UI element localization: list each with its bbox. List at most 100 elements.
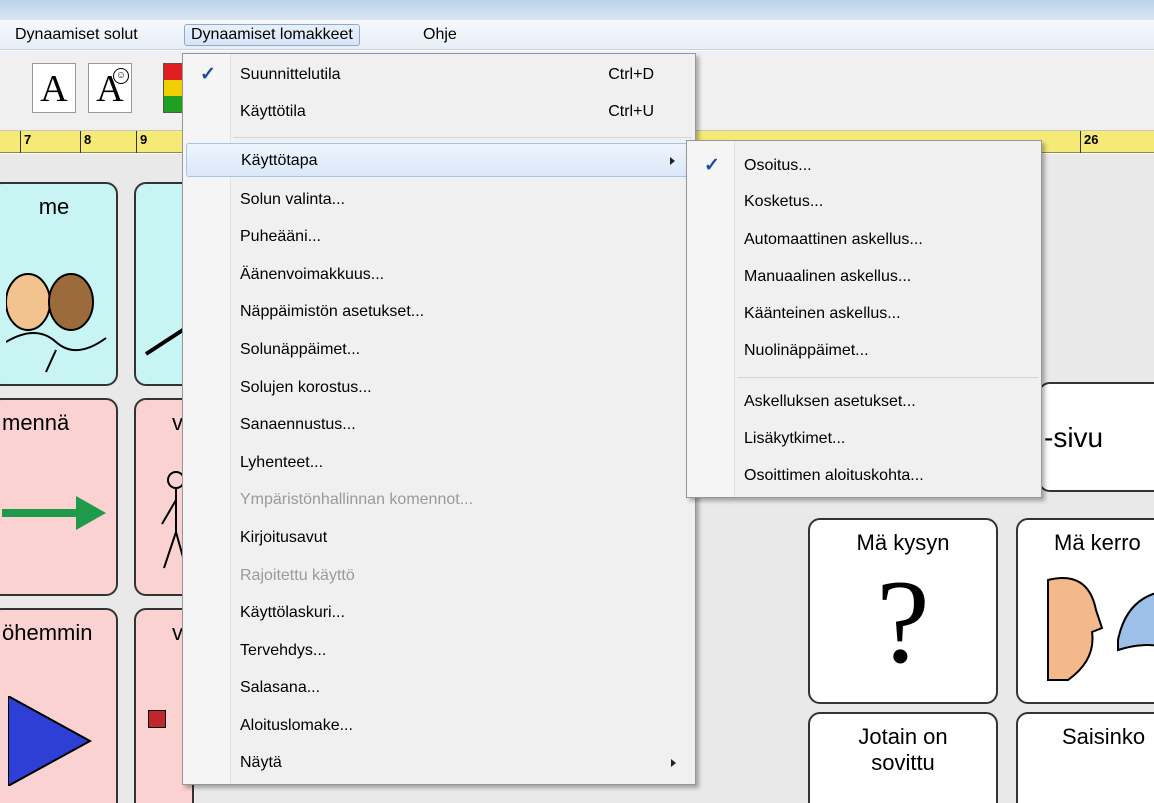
menu-item-label: Kirjoitusavut <box>240 529 328 546</box>
cell-label: Mä kerro <box>1054 530 1141 555</box>
menu-item-nayta[interactable]: Näytä <box>186 746 692 780</box>
play-arrow-icon <box>8 696 93 786</box>
arrow-right-icon <box>2 496 106 530</box>
menu-item-tervehdys[interactable]: Tervehdys... <box>186 634 692 668</box>
menu-item-label: Näppäimistön asetukset... <box>240 303 425 320</box>
menu-separator <box>233 137 692 138</box>
menu-item-solujen-korostus[interactable]: Solujen korostus... <box>186 371 692 405</box>
menu-ohje[interactable]: Ohje <box>416 24 464 46</box>
font-symbol-button[interactable]: A ☺ <box>88 63 132 113</box>
submenu-item-askelluksen-asetukset[interactable]: Askelluksen asetukset... <box>690 385 1038 419</box>
submenu-item-automaattinen-askellus[interactable]: Automaattinen askellus... <box>690 223 1038 257</box>
submenu-item-osoitus[interactable]: ✓ Osoitus... <box>690 149 1038 183</box>
menu-item-label: Lisäkytkimet... <box>744 430 846 447</box>
menu-separator <box>737 377 1038 378</box>
cell-sivu[interactable]: -sivu <box>1038 382 1154 492</box>
submenu-item-lisakytkimet[interactable]: Lisäkytkimet... <box>690 422 1038 456</box>
cell-jotain-on-sovittu[interactable]: Jotain on sovittu <box>808 712 998 803</box>
cell-saisinko[interactable]: Saisinko <box>1016 712 1154 803</box>
menu-item-label: Käyttölaskuri... <box>240 604 345 621</box>
menu-item-label: Kosketus... <box>744 193 824 210</box>
cell-ohemmin[interactable]: öhemmin <box>0 608 118 803</box>
cell-label: öhemmin <box>2 620 93 645</box>
cell-label: me <box>38 194 70 219</box>
menu-item-aanenvoimakkuus[interactable]: Äänenvoimakkuus... <box>186 258 692 292</box>
menu-item-salasana[interactable]: Salasana... <box>186 671 692 705</box>
menu-item-label: Automaattinen askellus... <box>744 231 923 248</box>
color-palette-icon[interactable] <box>163 63 183 113</box>
question-mark-icon: ? <box>876 555 930 688</box>
menu-item-kirjoitusavut[interactable]: Kirjoitusavut <box>186 521 692 555</box>
red-square-icon <box>148 710 166 728</box>
menu-item-aloituslomake[interactable]: Aloituslomake... <box>186 709 692 743</box>
menu-item-label: Puheääni... <box>240 228 321 245</box>
submenu-arrow-icon <box>670 157 675 165</box>
cell-menna[interactable]: mennä <box>0 398 118 596</box>
speaking-face-icon <box>1047 577 1154 681</box>
menu-item-label: Näytä <box>240 754 282 771</box>
dropdown-dynaamiset-lomakkeet: ✓ Suunnittelutila Ctrl+D Käyttötila Ctrl… <box>182 53 696 785</box>
menu-item-sanaennustus[interactable]: Sanaennustus... <box>186 408 692 442</box>
cell-ma-kysyn[interactable]: Mä kysyn ? <box>808 518 998 704</box>
check-icon: ✓ <box>704 155 720 176</box>
submenu-item-osoittimen-aloituskohta[interactable]: Osoittimen aloituskohta... <box>690 459 1038 493</box>
submenu-item-kaanteinen-askellus[interactable]: Käänteinen askellus... <box>690 297 1038 331</box>
smiley-icon: ☺ <box>113 68 129 84</box>
menu-item-suunnittelutila[interactable]: ✓ Suunnittelutila Ctrl+D <box>186 58 692 92</box>
submenu-item-kosketus[interactable]: Kosketus... <box>690 185 1038 219</box>
menu-bar: Dynaamiset solut Dynaamiset lomakkeet Oh… <box>0 20 1154 50</box>
menu-item-label: Suunnittelutila <box>240 66 341 83</box>
menu-item-label: Osoittimen aloituskohta... <box>744 467 924 484</box>
ruler-tick: 26 <box>1080 131 1098 153</box>
menu-item-label: Solujen korostus... <box>240 379 372 396</box>
submenu-kayttotapa: ✓ Osoitus... Kosketus... Automaattinen a… <box>686 140 1042 498</box>
menu-item-label: Manuaalinen askellus... <box>744 268 912 285</box>
menu-item-label: Käänteinen askellus... <box>744 305 901 322</box>
menu-item-label: Sanaennustus... <box>240 416 356 433</box>
menu-item-label: Lyhenteet... <box>240 454 324 471</box>
menu-item-shortcut: Ctrl+U <box>608 103 654 120</box>
menu-item-kayttotapa[interactable]: Käyttötapa <box>186 143 692 177</box>
menu-item-label: Solun valinta... <box>240 191 345 208</box>
menu-item-kayttolaskuri[interactable]: Käyttölaskuri... <box>186 596 692 630</box>
menu-item-label: Aloituslomake... <box>240 717 353 734</box>
submenu-arrow-icon <box>671 759 676 767</box>
menu-item-lyhenteet[interactable]: Lyhenteet... <box>186 446 692 480</box>
menu-item-label: Ympäristönhallinnan komennot... <box>240 491 474 508</box>
cell-me[interactable]: me <box>0 182 118 386</box>
menu-item-solunappaimet[interactable]: Solunäppäimet... <box>186 333 692 367</box>
menu-item-label: Askelluksen asetukset... <box>744 393 916 410</box>
people-icon <box>6 273 107 373</box>
menu-item-nappaimiston-asetukset[interactable]: Näppäimistön asetukset... <box>186 295 692 329</box>
menu-item-kayttotila[interactable]: Käyttötila Ctrl+U <box>186 95 692 129</box>
cell-label: Mä kysyn <box>856 530 950 555</box>
menu-item-rajoitettu-kaytto: Rajoitettu käyttö <box>186 559 692 593</box>
menu-dynaamiset-solut[interactable]: Dynaamiset solut <box>8 24 145 46</box>
cell-label: Saisinko <box>1062 724 1146 749</box>
menu-item-label: Nuolinäppäimet... <box>744 342 869 359</box>
cell-label: mennä <box>2 410 70 435</box>
ruler-tick: 9 <box>136 131 147 153</box>
cell-label: Jotain on sovittu <box>858 724 948 775</box>
menu-item-label: Käyttötapa <box>241 152 318 169</box>
menu-item-label: Osoitus... <box>744 157 812 174</box>
title-bar <box>0 0 1154 20</box>
menu-item-label: Rajoitettu käyttö <box>240 567 355 584</box>
ruler-tick: 7 <box>20 131 31 153</box>
submenu-item-nuolinappaimet[interactable]: Nuolinäppäimet... <box>690 334 1038 368</box>
ruler-tick: 8 <box>80 131 91 153</box>
menu-item-label: Tervehdys... <box>240 642 327 659</box>
cell-ma-kerro[interactable]: Mä kerro <box>1016 518 1154 704</box>
menu-item-puheaani[interactable]: Puheääni... <box>186 220 692 254</box>
check-icon: ✓ <box>200 64 216 85</box>
menu-item-ymparistonhallinnan-komennot: Ympäristönhallinnan komennot... <box>186 483 692 517</box>
submenu-item-manuaalinen-askellus[interactable]: Manuaalinen askellus... <box>690 260 1038 294</box>
menu-item-shortcut: Ctrl+D <box>608 66 654 83</box>
menu-item-label: Salasana... <box>240 679 321 696</box>
cell-label: -sivu <box>1044 422 1104 453</box>
menu-dynaamiset-lomakkeet[interactable]: Dynaamiset lomakkeet <box>184 24 360 46</box>
menu-item-label: Käyttötila <box>240 103 306 120</box>
menu-item-label: Äänenvoimakkuus... <box>240 266 385 283</box>
font-button[interactable]: A <box>32 63 76 113</box>
menu-item-solun-valinta[interactable]: Solun valinta... <box>186 183 692 217</box>
